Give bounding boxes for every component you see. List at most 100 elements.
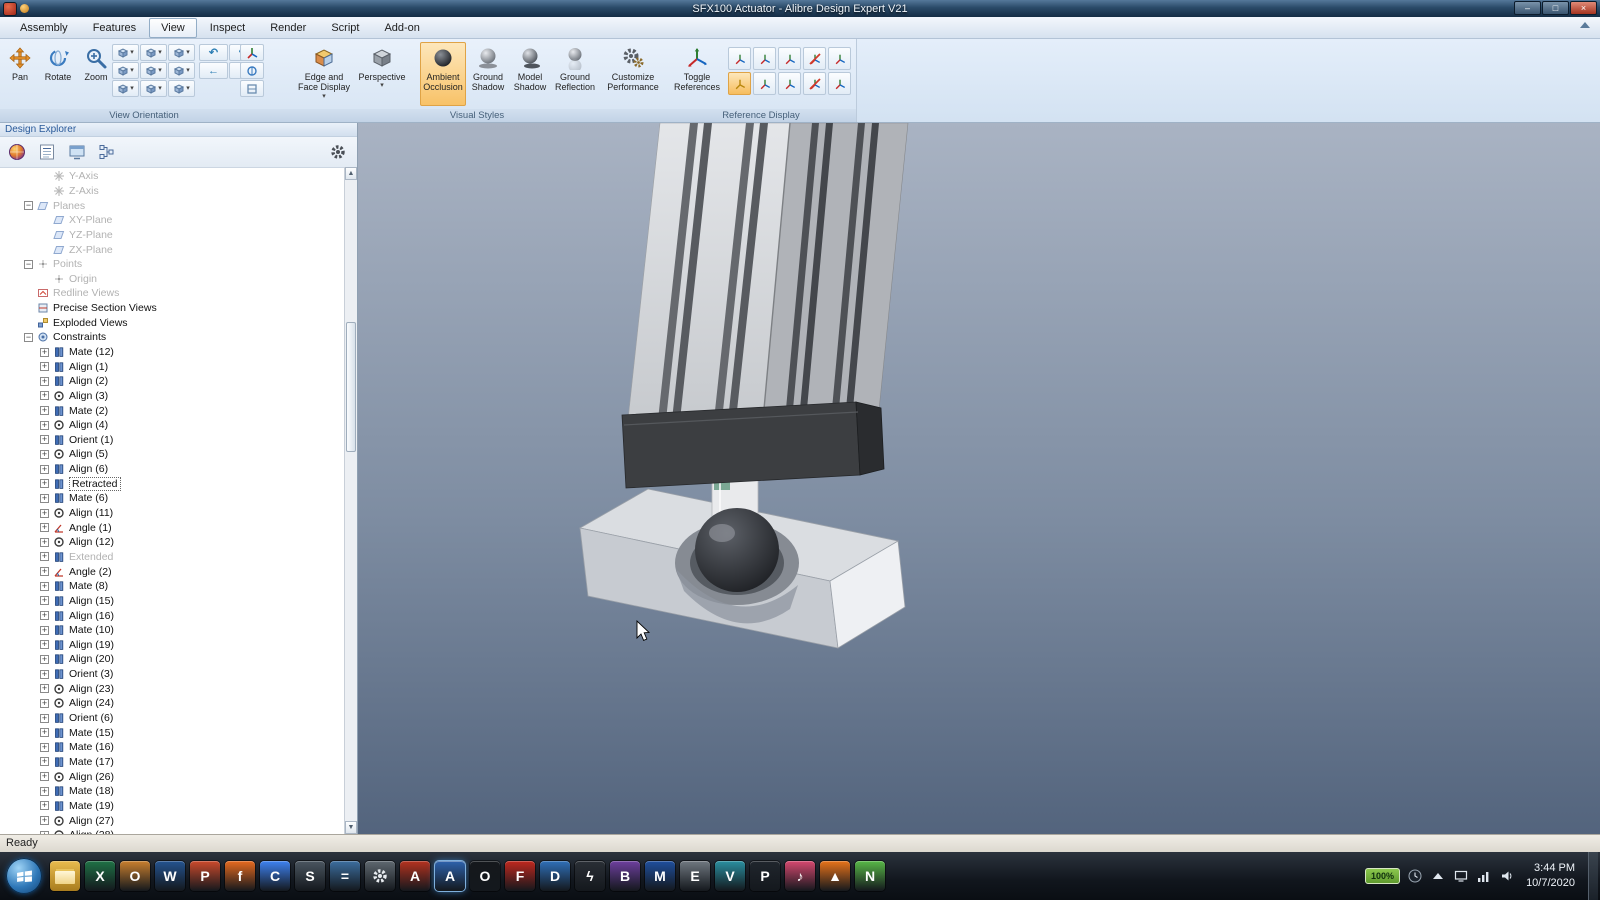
- tree-item[interactable]: +Mate (12): [0, 345, 344, 360]
- tree-expand-toggle[interactable]: +: [40, 435, 49, 444]
- tree-expand-toggle[interactable]: +: [40, 728, 49, 737]
- view-preset-2-button[interactable]: ▾: [140, 44, 167, 61]
- m-app-taskbar-icon[interactable]: M: [645, 861, 675, 891]
- pan-button[interactable]: Pan: [2, 42, 38, 106]
- green-app-taskbar-icon[interactable]: N: [855, 861, 885, 891]
- clock[interactable]: 3:44 PM 10/7/2020: [1526, 861, 1575, 891]
- tree-expand-toggle[interactable]: +: [40, 479, 49, 488]
- tree-expand-toggle[interactable]: +: [40, 714, 49, 723]
- tree-expand-toggle[interactable]: +: [40, 743, 49, 752]
- reference-toggle-5-button[interactable]: [828, 47, 851, 70]
- tree-item[interactable]: +Align (19): [0, 638, 344, 653]
- tree-expand-toggle[interactable]: −: [24, 201, 33, 210]
- rotate-button[interactable]: Rotate: [40, 42, 76, 106]
- show-desktop-button[interactable]: [1588, 852, 1598, 900]
- tree-item[interactable]: −Planes: [0, 198, 344, 213]
- autocad-taskbar-icon[interactable]: A: [400, 861, 430, 891]
- scroll-up-arrow[interactable]: ▲: [345, 167, 357, 180]
- tree-expand-toggle[interactable]: +: [40, 406, 49, 415]
- tree-expand-toggle[interactable]: +: [40, 538, 49, 547]
- tree-expand-toggle[interactable]: +: [40, 787, 49, 796]
- view-preset-7-button[interactable]: ▾: [112, 80, 139, 97]
- start-button[interactable]: [6, 858, 42, 894]
- ambient-occlusion-button[interactable]: Ambient Occlusion: [420, 42, 466, 106]
- reference-toggle-3-button[interactable]: [778, 47, 801, 70]
- tree-expand-toggle[interactable]: +: [40, 348, 49, 357]
- tree-expand-toggle[interactable]: +: [40, 582, 49, 591]
- orientation-tool-3[interactable]: [240, 80, 264, 97]
- tree-item[interactable]: +Orient (6): [0, 711, 344, 726]
- previous-view-button[interactable]: ←: [199, 62, 228, 79]
- reference-toggle-1-button[interactable]: [728, 47, 751, 70]
- settings-taskbar-icon[interactable]: [365, 861, 395, 891]
- show-hidden-icons-button[interactable]: [1430, 868, 1446, 884]
- tree-item[interactable]: +Align (4): [0, 418, 344, 433]
- clock-icon[interactable]: [1407, 868, 1423, 884]
- model-shadow-button[interactable]: Model Shadow: [510, 42, 550, 106]
- home-icon[interactable]: [8, 143, 26, 161]
- gray-app-taskbar-icon[interactable]: E: [680, 861, 710, 891]
- tree-item[interactable]: +Mate (19): [0, 799, 344, 814]
- tree-expand-toggle[interactable]: +: [40, 757, 49, 766]
- tree-item[interactable]: YZ-Plane: [0, 228, 344, 243]
- tree-item[interactable]: +Retracted: [0, 476, 344, 491]
- report-view-icon[interactable]: [38, 143, 56, 161]
- tree-item[interactable]: +Align (5): [0, 447, 344, 462]
- ground-shadow-button[interactable]: Ground Shadow: [468, 42, 508, 106]
- menu-view[interactable]: View: [149, 18, 197, 38]
- menu-inspect[interactable]: Inspect: [198, 18, 257, 38]
- tree-item[interactable]: Origin: [0, 271, 344, 286]
- tree-expand-toggle[interactable]: +: [40, 362, 49, 371]
- tree-expand-toggle[interactable]: +: [40, 640, 49, 649]
- purple-app-taskbar-icon[interactable]: B: [610, 861, 640, 891]
- word-taskbar-icon[interactable]: W: [155, 861, 185, 891]
- tree-item[interactable]: +Align (2): [0, 374, 344, 389]
- view-preset-5-button[interactable]: ▾: [140, 62, 167, 79]
- tree-item[interactable]: Precise Section Views: [0, 301, 344, 316]
- tree-expand-toggle[interactable]: +: [40, 494, 49, 503]
- tree-item[interactable]: +Align (3): [0, 389, 344, 404]
- tree-item[interactable]: +Angle (1): [0, 520, 344, 535]
- orientation-tool-1[interactable]: [240, 44, 264, 61]
- minimize-button[interactable]: –: [1514, 1, 1541, 15]
- tree-item[interactable]: Redline Views: [0, 286, 344, 301]
- tree-item[interactable]: +Align (16): [0, 608, 344, 623]
- bolt-app-taskbar-icon[interactable]: ϟ: [575, 861, 605, 891]
- edge-and-face-display-button[interactable]: Edge and Face Display ▾: [296, 42, 352, 106]
- blue-app-taskbar-icon[interactable]: D: [540, 861, 570, 891]
- close-button[interactable]: ×: [1570, 1, 1597, 15]
- tree-item[interactable]: +Align (1): [0, 359, 344, 374]
- menu-script[interactable]: Script: [319, 18, 371, 38]
- tree-item[interactable]: XY-Plane: [0, 213, 344, 228]
- reference-toggle-4-button[interactable]: [803, 47, 826, 70]
- explorer-scrollbar[interactable]: ▲ ▼: [344, 167, 357, 834]
- tree-expand-toggle[interactable]: +: [40, 816, 49, 825]
- reference-toggle-6-button[interactable]: [728, 72, 751, 95]
- tree-expand-toggle[interactable]: +: [40, 611, 49, 620]
- roll-left-button[interactable]: ↶: [199, 44, 228, 61]
- tree-expand-toggle[interactable]: +: [40, 626, 49, 635]
- tree-item[interactable]: +Mate (17): [0, 755, 344, 770]
- view-preset-6-button[interactable]: ▾: [168, 62, 195, 79]
- tree-expand-toggle[interactable]: +: [40, 391, 49, 400]
- tree-item[interactable]: +Align (24): [0, 696, 344, 711]
- reference-toggle-7-button[interactable]: [753, 72, 776, 95]
- tree-expand-toggle[interactable]: +: [40, 552, 49, 561]
- tree-structure-icon[interactable]: [98, 143, 116, 161]
- excel-taskbar-icon[interactable]: X: [85, 861, 115, 891]
- tree-expand-toggle[interactable]: +: [40, 509, 49, 518]
- music-app-taskbar-icon[interactable]: ♪: [785, 861, 815, 891]
- view-preset-1-button[interactable]: ▾: [112, 44, 139, 61]
- tree-expand-toggle[interactable]: +: [40, 684, 49, 693]
- tree-item[interactable]: +Mate (18): [0, 784, 344, 799]
- tree-item[interactable]: +Align (11): [0, 506, 344, 521]
- tree-expand-toggle[interactable]: +: [40, 596, 49, 605]
- tree-item[interactable]: +Mate (8): [0, 579, 344, 594]
- menu-features[interactable]: Features: [81, 18, 148, 38]
- tree-item[interactable]: +Mate (6): [0, 491, 344, 506]
- tree-item[interactable]: ZX-Plane: [0, 242, 344, 257]
- ground-reflection-button[interactable]: Ground Reflection: [552, 42, 598, 106]
- tree-item[interactable]: +Mate (16): [0, 740, 344, 755]
- tree-item[interactable]: +Align (26): [0, 769, 344, 784]
- alibre-taskbar-icon[interactable]: A: [435, 861, 465, 891]
